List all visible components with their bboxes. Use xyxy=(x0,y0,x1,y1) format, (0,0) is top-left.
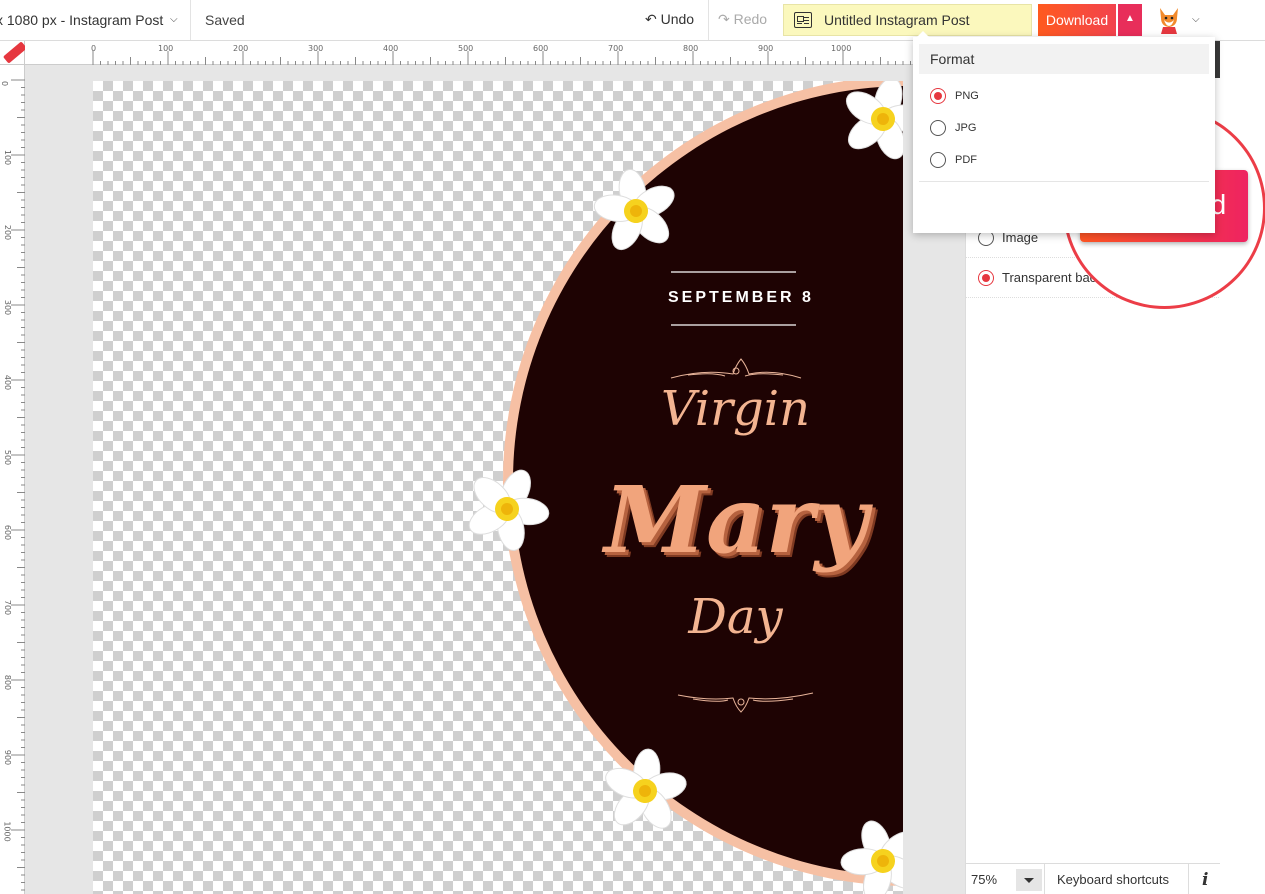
ruler-tick-label: 200 xyxy=(3,224,13,241)
redo-label: Redo xyxy=(733,11,768,27)
format-label: PNG xyxy=(955,90,979,102)
divider xyxy=(919,181,1209,182)
ruler-tick-label: 400 xyxy=(383,44,399,53)
ruler-ticks xyxy=(11,79,25,891)
info-icon[interactable]: i xyxy=(1202,870,1208,890)
top-bar: x 1080 px - Instagram Post ⌵ Saved ↶ Und… xyxy=(0,0,1265,41)
ruler-corner xyxy=(0,41,28,65)
ruler-tick-label: 300 xyxy=(3,299,13,316)
ruler-tick-label: 1000 xyxy=(2,821,12,842)
ruler-tick-label: 800 xyxy=(3,674,13,691)
ruler-tick-label: 1000 xyxy=(831,44,852,53)
document-name[interactable]: Untitled Instagram Post xyxy=(824,12,970,28)
vertical-ruler: 0 100 200 300 400 500 600 700 800 900 10… xyxy=(0,65,25,894)
ruler-tick-label: 400 xyxy=(3,374,13,391)
radio-png[interactable] xyxy=(930,88,946,104)
format-popup: Format PNG JPG PDF xyxy=(913,31,1215,233)
format-option-png[interactable]: PNG xyxy=(913,81,1215,111)
download-button[interactable]: Download xyxy=(1038,4,1116,36)
ruler-tick-label: 0 xyxy=(91,44,97,53)
chevron-down-icon[interactable]: ⌵ xyxy=(1192,14,1200,25)
ruler-tick-label: 100 xyxy=(158,44,174,53)
chevron-up-icon: ▲ xyxy=(1125,13,1135,24)
undo-icon: ↶ xyxy=(645,11,657,27)
zoom-level[interactable]: 75% xyxy=(971,872,997,887)
save-status: Saved xyxy=(205,12,245,28)
ruler-tick-label: 200 xyxy=(233,44,249,53)
format-label: PDF xyxy=(955,154,977,166)
radio-transparent[interactable] xyxy=(978,270,994,286)
ruler-tick-label: 700 xyxy=(608,44,624,53)
editor-app: x 1080 px - Instagram Post ⌵ Saved ↶ Und… xyxy=(0,0,1265,894)
chevron-down-icon[interactable]: ⌵ xyxy=(170,14,178,25)
ruler-tick-label: 300 xyxy=(308,44,324,53)
format-title: Format xyxy=(930,51,975,67)
canvas-size-selector[interactable]: x 1080 px - Instagram Post xyxy=(0,12,163,28)
ruler-tick-label: 800 xyxy=(683,44,699,53)
ruler-tick-label: 0 xyxy=(0,80,10,87)
ruler-tick-label: 100 xyxy=(3,149,13,166)
template-icon xyxy=(794,12,812,28)
ruler-tick-label: 700 xyxy=(3,599,13,616)
horizontal-ruler: 0 100 200 300 400 500 600 700 800 900 10… xyxy=(25,41,965,65)
divider xyxy=(1044,864,1045,894)
radio-jpg[interactable] xyxy=(930,120,946,136)
redo-button[interactable]: ↷ Redo xyxy=(718,11,767,28)
undo-button[interactable]: ↶ Undo xyxy=(645,11,694,28)
redo-icon: ↷ xyxy=(718,11,730,27)
format-header: Format xyxy=(919,44,1209,74)
canvas-area[interactable]: SEPTEMBER 8 Virgin Mary Day xyxy=(25,66,965,894)
divider xyxy=(708,0,709,40)
divider xyxy=(1188,864,1189,894)
title-line-1[interactable]: Virgin xyxy=(633,381,838,437)
download-options-toggle[interactable]: ▲ xyxy=(1118,4,1142,36)
ruler-tick-label: 600 xyxy=(533,44,549,53)
radio-pdf[interactable] xyxy=(930,152,946,168)
keyboard-shortcuts-link[interactable]: Keyboard shortcuts xyxy=(1057,872,1169,887)
format-option-jpg[interactable]: JPG xyxy=(913,113,1215,143)
title-line-3[interactable]: Day xyxy=(653,589,818,645)
ruler-icon xyxy=(2,41,28,64)
format-label: JPG xyxy=(955,122,977,134)
bottom-bar: 75% Keyboard shortcuts i xyxy=(965,863,1220,894)
divider xyxy=(190,0,191,40)
ruler-tick-label: 900 xyxy=(758,44,774,53)
ruler-tick-label: 900 xyxy=(3,749,13,766)
artboard[interactable]: SEPTEMBER 8 Virgin Mary Day xyxy=(93,81,903,894)
document-name-field[interactable]: Untitled Instagram Post xyxy=(783,4,1032,36)
undo-label: Undo xyxy=(660,11,695,27)
format-option-pdf[interactable]: PDF xyxy=(913,145,1215,175)
ruler-tick-label: 500 xyxy=(3,449,13,466)
user-avatar[interactable] xyxy=(1156,6,1182,34)
zoom-dropdown-button[interactable] xyxy=(1016,869,1042,891)
ruler-tick-label: 500 xyxy=(458,44,474,53)
title-line-2[interactable]: Mary xyxy=(571,466,901,574)
ruler-tick-label: 600 xyxy=(3,524,13,541)
date-text[interactable]: SEPTEMBER 8 xyxy=(668,289,811,307)
